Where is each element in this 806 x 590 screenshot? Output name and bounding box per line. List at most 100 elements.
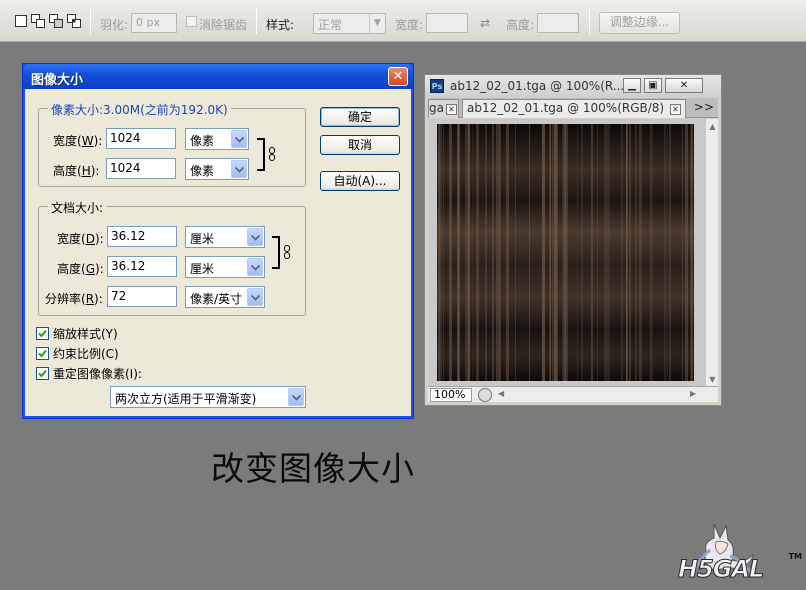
ok-button[interactable]: 确定 — [320, 107, 400, 127]
link-icon — [284, 245, 290, 259]
tab-overflow-button[interactable]: >> — [694, 100, 714, 114]
doc-width-unit-select[interactable]: 厘米 — [185, 226, 265, 248]
document-size-group: 文档大小: 宽度(D): 36.12 厘米 高度(G): 36.12 厘米 分辨… — [38, 199, 306, 316]
doc-width-unit: 厘米 — [190, 232, 215, 246]
resample-image-label: 重定图像像素(I): — [53, 367, 142, 381]
chevron-down-icon: ▼ — [369, 14, 385, 33]
doc-width-label: 宽度(D): — [57, 232, 104, 246]
pixel-height-input[interactable]: 1024 — [106, 158, 176, 179]
zoom-input[interactable]: 100% — [430, 388, 472, 402]
doc-height-input[interactable]: 36.12 — [107, 256, 177, 277]
style-label: 样式: — [266, 18, 295, 32]
chevron-down-icon — [247, 288, 263, 306]
trademark-mark: TM — [788, 552, 802, 561]
resample-method-select[interactable]: 两次立方(适用于平滑渐变) — [110, 386, 306, 408]
logo-text: H5GAL — [677, 555, 764, 584]
constrain-bracket — [257, 138, 265, 171]
scroll-up-icon[interactable]: ▲ — [707, 121, 718, 132]
auto-button[interactable]: 自动(A)... — [320, 171, 400, 191]
close-icon[interactable]: ✕ — [445, 104, 457, 115]
pixel-width-label: 宽度(W): — [53, 134, 103, 148]
minimize-icon[interactable]: ▁ — [623, 78, 641, 93]
status-info-icon[interactable] — [478, 388, 492, 402]
checkmark-icon — [36, 347, 49, 360]
swap-icon[interactable]: ⇄ — [480, 16, 490, 30]
antialias-checkbox[interactable] — [186, 16, 197, 27]
document-tabs: ga ✕ ab12_02_01.tga @ 100%(RGB/8) ✕ >> — [428, 98, 718, 118]
width-input[interactable] — [426, 13, 468, 33]
add-to-selection-icon[interactable] — [31, 14, 45, 28]
doc-height-unit-select[interactable]: 厘米 — [185, 256, 265, 278]
document-window: Ps ab12_02_01.tga @ 100%(R... ▁ ▣ ✕ ga ✕ … — [424, 74, 722, 406]
resolution-unit: 像素/英寸 — [190, 292, 243, 306]
photoshop-icon: Ps — [430, 79, 444, 93]
scale-styles-checkbox[interactable]: 缩放样式(Y) — [36, 325, 118, 342]
antialias-label: 消除锯齿 — [199, 18, 248, 32]
pixel-width-input[interactable]: 1024 — [106, 128, 176, 149]
chevron-down-icon — [288, 388, 304, 406]
checkmark-icon — [36, 367, 49, 380]
dialog-titlebar[interactable]: 图像大小 ✕ — [23, 64, 413, 89]
resolution-unit-select[interactable]: 像素/英寸 — [185, 286, 265, 308]
height-label: 高度: — [506, 18, 535, 32]
status-bar: 100% ◀ ▶ — [428, 386, 718, 402]
pixel-height-unit-select[interactable]: 像素 — [185, 158, 249, 180]
restore-icon[interactable]: ▣ — [644, 78, 662, 93]
canvas-area — [429, 119, 706, 387]
chevron-down-icon — [247, 258, 263, 276]
h5gal-logo: H5GAL TM — [676, 520, 806, 590]
checkmark-icon — [36, 327, 49, 340]
feather-label: 羽化: — [100, 18, 129, 32]
style-select[interactable]: 正常 ▼ — [313, 13, 386, 34]
pixel-height-unit: 像素 — [190, 164, 215, 178]
scroll-down-icon[interactable]: ▼ — [707, 374, 718, 385]
height-input[interactable] — [537, 13, 579, 33]
cancel-button[interactable]: 取消 — [320, 135, 400, 155]
scroll-left-icon[interactable]: ◀ — [498, 389, 504, 398]
document-size-title: 文档大小: — [48, 199, 107, 216]
tab-partial[interactable]: ga ✕ — [428, 99, 459, 118]
image-size-dialog: 图像大小 ✕ 像素大小:3.00M(之前为192.0K) 宽度(W): 1024… — [22, 63, 414, 419]
separator — [90, 8, 91, 34]
tab-active[interactable]: ab12_02_01.tga @ 100%(RGB/8) ✕ — [462, 99, 686, 118]
pixel-dimensions-title: 像素大小:3.00M(之前为192.0K) — [48, 101, 231, 118]
resample-method-value: 两次立方(适用于平滑渐变) — [115, 392, 257, 406]
tab-partial-label: ga — [429, 101, 444, 115]
pixel-width-unit-select[interactable]: 像素 — [185, 128, 249, 150]
document-titlebar[interactable]: Ps ab12_02_01.tga @ 100%(R... ▁ ▣ ✕ — [425, 75, 721, 97]
constrain-proportions-checkbox[interactable]: 约束比例(C) — [36, 345, 119, 362]
close-icon[interactable]: ✕ — [665, 78, 703, 93]
constrain-bracket — [272, 236, 280, 269]
separator — [589, 8, 590, 34]
caption-text: 改变图像大小 — [211, 449, 415, 488]
scale-styles-label: 缩放样式(Y) — [53, 327, 118, 341]
doc-width-input[interactable]: 36.12 — [107, 226, 177, 247]
chevron-down-icon — [231, 130, 247, 148]
pixel-dimensions-group: 像素大小:3.00M(之前为192.0K) 宽度(W): 1024 像素 高度(… — [38, 101, 306, 187]
pixel-height-label: 高度(H): — [53, 164, 100, 178]
new-selection-icon[interactable] — [14, 14, 28, 28]
scroll-right-icon[interactable]: ▶ — [690, 389, 696, 398]
constrain-proportions-label: 约束比例(C) — [53, 347, 119, 361]
options-bar: 羽化: 0 px 消除锯齿 样式: 正常 ▼ 宽度: ⇄ 高度: 调整边缘... — [0, 0, 806, 42]
resample-image-checkbox[interactable]: 重定图像像素(I): — [36, 365, 142, 382]
tab-active-label: ab12_02_01.tga @ 100%(RGB/8) — [467, 101, 665, 115]
feather-input[interactable]: 0 px — [131, 13, 177, 33]
width-label: 宽度: — [395, 18, 424, 32]
document-title: ab12_02_01.tga @ 100%(R... — [450, 79, 625, 93]
style-select-value: 正常 — [318, 18, 343, 32]
subtract-from-selection-icon[interactable] — [49, 14, 63, 28]
doc-height-label: 高度(G): — [57, 262, 104, 276]
intersect-selection-icon[interactable] — [67, 14, 81, 28]
close-icon[interactable]: ✕ — [388, 67, 408, 86]
resolution-label: 分辨率(R): — [45, 292, 103, 306]
vertical-scrollbar[interactable]: ▲ ▼ — [705, 119, 718, 387]
separator — [256, 8, 257, 34]
close-icon[interactable]: ✕ — [669, 104, 681, 115]
hair-texture-image[interactable] — [437, 124, 694, 381]
link-icon — [269, 147, 275, 161]
resolution-input[interactable]: 72 — [107, 286, 177, 307]
refine-edge-button[interactable]: 调整边缘... — [599, 12, 680, 34]
doc-height-unit: 厘米 — [190, 262, 215, 276]
chevron-down-icon — [247, 228, 263, 246]
